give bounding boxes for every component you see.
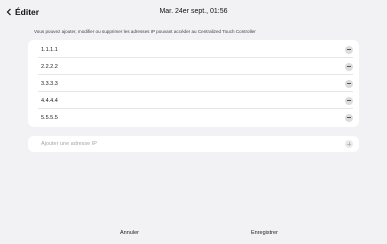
add-ip-placeholder: Ajouter une adresse IP (41, 141, 97, 147)
list-item[interactable]: 2.2.2.2 (28, 58, 359, 75)
ip-list-card: 1.1.1.1 2.2.2.2 3.3.3.3 4.4.4.4 5.5.5.5 (28, 40, 359, 127)
save-button[interactable]: Enregistrer (251, 230, 278, 236)
cancel-button[interactable]: Annuler (120, 230, 139, 236)
remove-icon[interactable] (345, 113, 353, 122)
list-item[interactable]: 5.5.5.5 (28, 109, 359, 126)
info-text: Vous pouvez ajouter, modifier ou supprim… (34, 29, 256, 34)
list-item[interactable]: 1.1.1.1 (28, 41, 359, 58)
ip-address-label: 2.2.2.2 (41, 63, 58, 70)
ip-address-label: 4.4.4.4 (41, 97, 58, 104)
remove-icon[interactable] (345, 62, 353, 71)
bottom-bar: Annuler Enregistrer (0, 228, 387, 242)
remove-icon[interactable] (345, 96, 353, 105)
datetime-title: Mar. 24er sept., 01:56 (159, 8, 228, 15)
ip-address-label: 1.1.1.1 (41, 46, 58, 53)
remove-icon[interactable] (345, 45, 353, 54)
list-item[interactable]: 3.3.3.3 (28, 75, 359, 92)
list-item[interactable]: 4.4.4.4 (28, 92, 359, 109)
remove-icon[interactable] (345, 79, 353, 88)
plus-icon[interactable] (345, 140, 353, 148)
ip-address-label: 5.5.5.5 (41, 114, 58, 121)
ip-address-label: 3.3.3.3 (41, 80, 58, 87)
top-bar: Éditer Mar. 24er sept., 01:56 (0, 0, 387, 24)
add-ip-field[interactable]: Ajouter une adresse IP (28, 136, 359, 152)
